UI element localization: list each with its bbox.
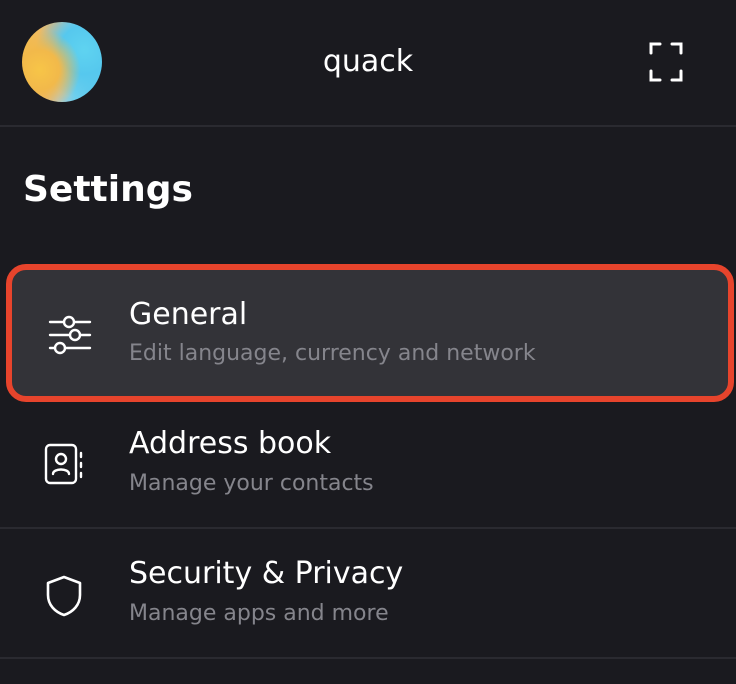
wallet-name[interactable]: quack (0, 42, 736, 82)
contacts-icon (44, 443, 83, 485)
menu-item-security-privacy-subtitle: Manage apps and more (129, 601, 389, 626)
top-bar: quack (0, 0, 736, 127)
sliders-icon (48, 315, 92, 355)
menu-item-general[interactable]: General Edit language, currency and netw… (6, 264, 734, 402)
menu-item-general-title: General (129, 297, 248, 332)
menu-item-address-book-title: Address book (129, 426, 332, 461)
expand-icon (649, 42, 683, 82)
menu-item-address-book[interactable]: Address book Manage your contacts (0, 399, 736, 529)
menu-item-security-privacy[interactable]: Security & Privacy Manage apps and more (0, 529, 736, 659)
settings-screen: quack Settings General Edit language, cu… (0, 0, 736, 684)
expand-button[interactable] (643, 40, 689, 84)
shield-icon (46, 575, 82, 617)
menu-item-general-subtitle: Edit language, currency and network (129, 341, 536, 366)
menu-item-address-book-subtitle: Manage your contacts (129, 471, 374, 496)
menu-item-security-privacy-title: Security & Privacy (129, 556, 404, 591)
page-title: Settings (23, 169, 193, 210)
